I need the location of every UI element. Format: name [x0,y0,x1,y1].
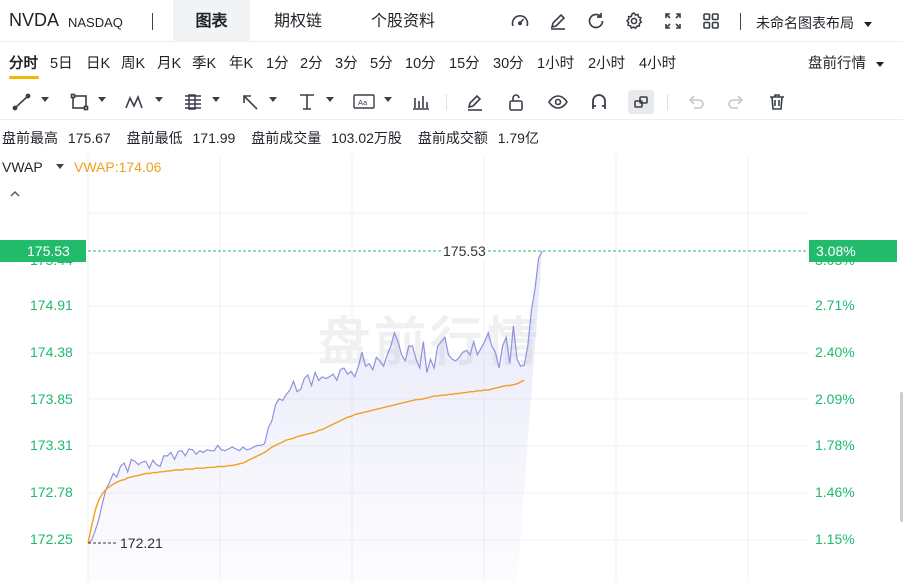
stat-low: 盘前最低 171.99 [126,130,236,146]
period-yearly[interactable]: 年K [229,52,253,73]
period-3min[interactable]: 3分 [335,52,358,73]
tab-stock-profile[interactable]: 个股资料 [356,0,450,42]
eraser-icon[interactable] [464,92,486,112]
pct-tick-label: 2.09% [815,391,855,407]
trash-icon[interactable] [766,92,788,112]
caret-down-icon[interactable] [56,164,64,169]
arrow-icon[interactable] [239,92,261,112]
pct-tick-label: 1.46% [815,484,855,500]
svg-text:Aa: Aa [358,98,368,107]
redo-icon[interactable] [725,92,747,112]
divider [740,13,741,30]
tab-options-chain[interactable]: 期权链 [259,0,337,42]
period-10min[interactable]: 10分 [405,52,436,73]
period-bar: 分时 5日 日K 周K 月K 季K 年K 1分 2分 3分 5分 10分 15分… [0,44,903,80]
layout-name: 未命名图表布局 [756,15,854,31]
volume-bars-icon[interactable] [410,92,432,112]
trend-line-icon[interactable] [11,92,33,112]
period-weekly[interactable]: 周K [121,52,145,73]
y-tick-label-hidden: 175.44 [30,252,73,268]
period-1hour[interactable]: 1小时 [537,52,574,73]
caret-down-icon[interactable] [98,97,106,102]
pct-tick-label: 1.15% [815,531,855,547]
layout-dropdown[interactable]: 未命名图表布局 [756,13,872,33]
period-15min[interactable]: 15分 [449,52,480,73]
refresh-icon[interactable] [586,11,606,31]
annotation-icon[interactable]: Aa [352,92,376,112]
vwap-line [87,379,525,544]
premarket-stats: 盘前最高 175.67 盘前最低 171.99 盘前成交量 103.02万股 盘… [2,128,551,148]
chart-grid [87,155,808,582]
active-period-indicator [9,76,39,79]
period-daily[interactable]: 日K [86,52,110,73]
period-1min[interactable]: 1分 [266,52,289,73]
chevron-down-icon [863,21,872,27]
tab-chart[interactable]: 图表 [173,0,250,42]
last-price-tag: 175.53 [0,240,86,262]
y-tick-label: 172.25 [30,531,73,547]
period-4hour[interactable]: 4小时 [639,52,676,73]
price-area [88,251,543,582]
y-tick-label: 174.38 [30,344,73,360]
stat-high: 盘前最高 175.67 [2,130,111,146]
period-30min[interactable]: 30分 [493,52,524,73]
y-tick-label: 173.85 [30,391,73,407]
rectangle-icon[interactable] [69,92,91,112]
chart-header: NVDA NASDAQ 图表 期权链 个股资料 未命名图表布局 [0,0,903,42]
caret-down-icon[interactable] [155,97,163,102]
drawing-toolbar: Aa [0,84,903,120]
period-2min[interactable]: 2分 [300,52,323,73]
chevron-up-icon[interactable] [8,186,22,197]
session-label: 盘前行情 [808,56,866,72]
y-tick-label: 173.31 [30,437,73,453]
period-2hour[interactable]: 2小时 [588,52,625,73]
speedometer-icon[interactable] [510,11,530,31]
session-dropdown[interactable]: 盘前行情 [808,52,885,73]
grid-icon[interactable] [701,11,721,31]
caret-down-icon[interactable] [269,97,277,102]
y-tick-label: 172.78 [30,484,73,500]
indicator-value: VWAP:174.06 [74,159,162,175]
period-intraday[interactable]: 分时 [9,52,38,73]
undo-icon[interactable] [685,92,707,112]
pattern-icon[interactable] [124,92,146,112]
gear-icon[interactable] [624,11,644,31]
caret-down-icon[interactable] [41,97,49,102]
eye-icon[interactable] [547,92,569,112]
pct-tick-label: 2.40% [815,344,855,360]
y-tick-label: 174.91 [30,297,73,313]
last-price-label: 175.53 [441,243,488,259]
stat-volume: 盘前成交量 103.02万股 [251,130,402,146]
divider [152,13,153,30]
link-icon[interactable] [628,90,654,114]
period-5min[interactable]: 5分 [370,52,393,73]
caret-down-icon [876,61,885,67]
divider [446,94,447,110]
lock-icon[interactable] [505,92,527,112]
stat-turnover: 盘前成交额 1.79亿 [417,130,539,146]
pct-tick-label: 1.78% [815,437,855,453]
text-icon[interactable] [296,92,318,112]
low-price-label: 172.21 [120,535,163,551]
caret-down-icon[interactable] [212,97,220,102]
pct-tick-label: 2.71% [815,297,855,313]
watermark: 盘前行情 [318,313,543,373]
period-monthly[interactable]: 月K [157,52,181,73]
indicator-name[interactable]: VWAP [2,159,43,175]
fullscreen-icon[interactable] [663,11,683,31]
pct-tick-label-hidden: 3.03% [815,252,855,268]
price-line [87,250,543,544]
pencil-icon[interactable] [548,11,568,31]
period-quarterly[interactable]: 季K [192,52,216,73]
ticker-symbol: NVDA [9,10,60,30]
last-change-tag: 3.08% [809,240,897,262]
fibonacci-icon[interactable] [182,92,204,112]
magnet-icon[interactable] [588,92,610,112]
caret-down-icon[interactable] [326,97,334,102]
exchange-label: NASDAQ [68,15,123,30]
caret-down-icon[interactable] [384,97,392,102]
divider [667,94,668,110]
period-5day[interactable]: 5日 [50,52,73,73]
